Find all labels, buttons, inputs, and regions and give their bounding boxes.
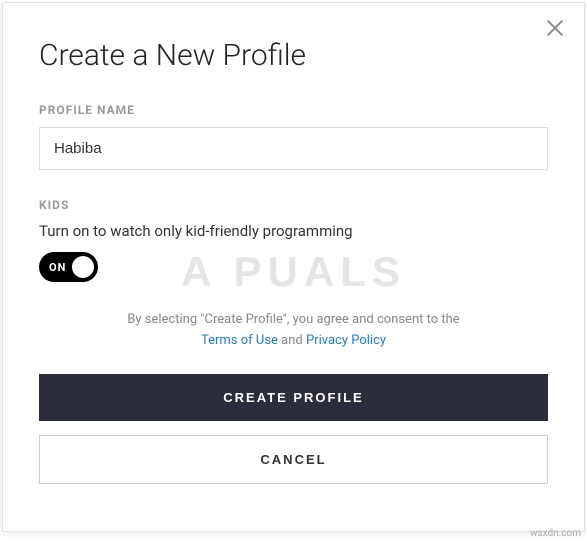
consent-and: and [278,333,306,348]
privacy-policy-link[interactable]: Privacy Policy [306,333,386,348]
consent-text: By selecting "Create Profile", you agree… [39,310,548,352]
consent-prefix: By selecting "Create Profile", you agree… [127,312,459,327]
kids-description: Turn on to watch only kid-friendly progr… [39,222,548,240]
create-profile-button[interactable]: CREATE PROFILE [39,374,548,421]
toggle-state-label: ON [49,261,66,274]
source-watermark: wsxdn.com [530,528,581,539]
toggle-knob [72,256,94,278]
create-profile-modal: A PUALS Create a New Profile PROFILE NAM… [2,2,585,532]
cancel-button[interactable]: CANCEL [39,435,548,484]
close-icon [544,17,566,39]
kids-label: KIDS [39,198,548,212]
modal-title: Create a New Profile [39,38,548,73]
profile-name-input[interactable] [39,127,548,170]
terms-of-use-link[interactable]: Terms of Use [201,333,278,348]
profile-name-label: PROFILE NAME [39,103,548,117]
modal-content: Create a New Profile PROFILE NAME KIDS T… [3,3,584,514]
close-button[interactable] [538,11,572,49]
kids-toggle[interactable]: ON [39,252,98,282]
